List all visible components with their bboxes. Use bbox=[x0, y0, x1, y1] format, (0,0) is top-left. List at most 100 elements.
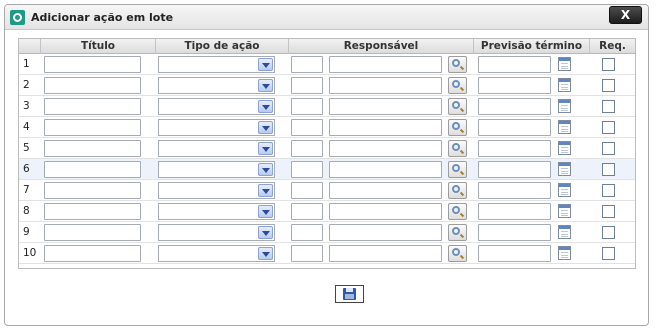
titulo-input[interactable] bbox=[44, 182, 141, 199]
previsao-termino-input[interactable] bbox=[478, 77, 551, 94]
header-titulo: Título bbox=[40, 39, 155, 54]
responsavel-name-input[interactable] bbox=[329, 98, 442, 115]
search-icon[interactable] bbox=[448, 98, 467, 115]
responsavel-code-input[interactable] bbox=[291, 98, 323, 115]
calendar-icon[interactable] bbox=[558, 162, 571, 176]
responsavel-code-input[interactable] bbox=[291, 56, 323, 73]
close-button[interactable]: X bbox=[609, 6, 642, 24]
previsao-termino-input[interactable] bbox=[478, 203, 551, 220]
calendar-icon[interactable] bbox=[558, 141, 571, 155]
table-header: Título Tipo de ação Responsável Previsão… bbox=[19, 39, 635, 54]
responsavel-name-input[interactable] bbox=[329, 140, 442, 157]
req-checkbox[interactable] bbox=[602, 163, 615, 176]
responsavel-name-input[interactable] bbox=[329, 161, 442, 178]
table-row: 3 bbox=[19, 96, 635, 117]
previsao-termino-input[interactable] bbox=[478, 245, 551, 262]
titulo-input[interactable] bbox=[44, 161, 141, 178]
tipo-acao-select[interactable] bbox=[158, 182, 275, 199]
search-icon[interactable] bbox=[448, 182, 467, 199]
responsavel-code-input[interactable] bbox=[291, 140, 323, 157]
tipo-acao-select[interactable] bbox=[158, 224, 275, 241]
titulo-input[interactable] bbox=[44, 140, 141, 157]
tipo-acao-select[interactable] bbox=[158, 119, 275, 136]
app-logo-icon bbox=[10, 10, 25, 25]
table-row: 6 bbox=[19, 159, 635, 180]
header-tipo-acao: Tipo de ação bbox=[155, 39, 288, 54]
tipo-acao-select[interactable] bbox=[158, 56, 275, 73]
responsavel-code-input[interactable] bbox=[291, 203, 323, 220]
titulo-input[interactable] bbox=[44, 98, 141, 115]
responsavel-name-input[interactable] bbox=[329, 119, 442, 136]
titulo-input[interactable] bbox=[44, 77, 141, 94]
row-number: 9 bbox=[23, 226, 30, 238]
previsao-termino-input[interactable] bbox=[478, 56, 551, 73]
responsavel-code-input[interactable] bbox=[291, 224, 323, 241]
previsao-termino-input[interactable] bbox=[478, 140, 551, 157]
tipo-acao-select[interactable] bbox=[158, 140, 275, 157]
titulo-input[interactable] bbox=[44, 119, 141, 136]
previsao-termino-input[interactable] bbox=[478, 119, 551, 136]
responsavel-code-input[interactable] bbox=[291, 77, 323, 94]
responsavel-code-input[interactable] bbox=[291, 119, 323, 136]
responsavel-name-input[interactable] bbox=[329, 182, 442, 199]
chevron-down-icon bbox=[258, 142, 273, 155]
table-row: 7 bbox=[19, 180, 635, 201]
req-checkbox[interactable] bbox=[602, 247, 615, 260]
responsavel-name-input[interactable] bbox=[329, 224, 442, 241]
dialog-titlebar: Adicionar ação em lote X bbox=[5, 5, 648, 30]
responsavel-name-input[interactable] bbox=[329, 77, 442, 94]
tipo-acao-select[interactable] bbox=[158, 245, 275, 262]
calendar-icon[interactable] bbox=[558, 225, 571, 239]
titulo-input[interactable] bbox=[44, 245, 141, 262]
req-checkbox[interactable] bbox=[602, 100, 615, 113]
table-row: 5 bbox=[19, 138, 635, 159]
req-checkbox[interactable] bbox=[602, 79, 615, 92]
search-icon[interactable] bbox=[448, 245, 467, 262]
search-icon[interactable] bbox=[448, 203, 467, 220]
search-icon[interactable] bbox=[448, 56, 467, 73]
titulo-input[interactable] bbox=[44, 56, 141, 73]
previsao-termino-input[interactable] bbox=[478, 98, 551, 115]
tipo-acao-select[interactable] bbox=[158, 161, 275, 178]
table-row: 8 bbox=[19, 201, 635, 222]
tipo-acao-select[interactable] bbox=[158, 203, 275, 220]
calendar-icon[interactable] bbox=[558, 204, 571, 218]
calendar-icon[interactable] bbox=[558, 120, 571, 134]
req-checkbox[interactable] bbox=[602, 58, 615, 71]
responsavel-name-input[interactable] bbox=[329, 245, 442, 262]
save-button[interactable] bbox=[335, 285, 364, 303]
chevron-down-icon bbox=[258, 184, 273, 197]
responsavel-name-input[interactable] bbox=[329, 203, 442, 220]
search-icon[interactable] bbox=[448, 119, 467, 136]
tipo-acao-select[interactable] bbox=[158, 98, 275, 115]
req-checkbox[interactable] bbox=[602, 205, 615, 218]
calendar-icon[interactable] bbox=[558, 246, 571, 260]
search-icon[interactable] bbox=[448, 161, 467, 178]
search-icon[interactable] bbox=[448, 140, 467, 157]
req-checkbox[interactable] bbox=[602, 121, 615, 134]
responsavel-code-input[interactable] bbox=[291, 245, 323, 262]
row-number: 5 bbox=[23, 142, 30, 154]
responsavel-code-input[interactable] bbox=[291, 161, 323, 178]
previsao-termino-input[interactable] bbox=[478, 224, 551, 241]
calendar-icon[interactable] bbox=[558, 183, 571, 197]
save-disk-icon bbox=[343, 288, 356, 300]
previsao-termino-input[interactable] bbox=[478, 161, 551, 178]
search-icon[interactable] bbox=[448, 224, 467, 241]
calendar-icon[interactable] bbox=[558, 99, 571, 113]
titulo-input[interactable] bbox=[44, 224, 141, 241]
responsavel-name-input[interactable] bbox=[329, 56, 442, 73]
chevron-down-icon bbox=[258, 205, 273, 218]
table-row: 4 bbox=[19, 117, 635, 138]
search-icon[interactable] bbox=[448, 77, 467, 94]
req-checkbox[interactable] bbox=[602, 184, 615, 197]
req-checkbox[interactable] bbox=[602, 226, 615, 239]
titulo-input[interactable] bbox=[44, 203, 141, 220]
calendar-icon[interactable] bbox=[558, 57, 571, 71]
previsao-termino-input[interactable] bbox=[478, 182, 551, 199]
responsavel-code-input[interactable] bbox=[291, 182, 323, 199]
req-checkbox[interactable] bbox=[602, 142, 615, 155]
batch-action-dialog: Adicionar ação em lote X Título Tipo de … bbox=[4, 4, 649, 326]
tipo-acao-select[interactable] bbox=[158, 77, 275, 94]
calendar-icon[interactable] bbox=[558, 78, 571, 92]
